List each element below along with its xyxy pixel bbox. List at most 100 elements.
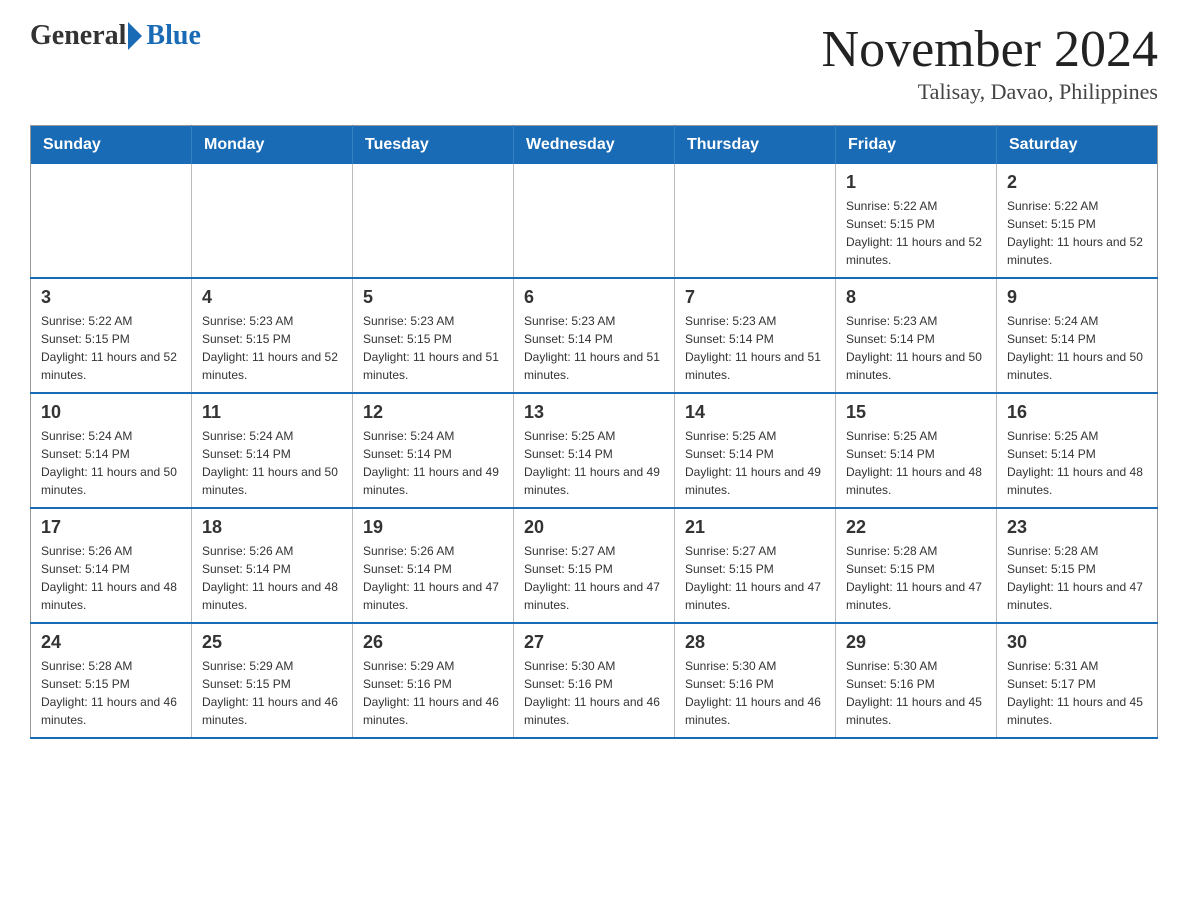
header-day-monday: Monday — [192, 126, 353, 165]
title-section: November 2024 Talisay, Davao, Philippine… — [822, 20, 1158, 105]
day-info: Sunrise: 5:23 AMSunset: 5:14 PMDaylight:… — [524, 312, 664, 384]
calendar-cell: 4Sunrise: 5:23 AMSunset: 5:15 PMDaylight… — [192, 278, 353, 393]
logo: General Blue — [30, 20, 201, 52]
calendar-cell: 2 Sunrise: 5:22 AMSunset: 5:15 PMDaylight… — [997, 164, 1158, 278]
week-row-1: 1 Sunrise: 5:22 AMSunset: 5:15 PMDaylight… — [31, 164, 1158, 278]
calendar-cell: 5 Sunrise: 5:23 AMSunset: 5:15 PMDaylight… — [353, 278, 514, 393]
day-info: Sunrise: 5:26 AMSunset: 5:14 PMDaylight:… — [363, 542, 503, 614]
day-info: Sunrise: 5:25 AMSunset: 5:14 PMDaylight:… — [685, 427, 825, 499]
header: General Blue November 2024 Talisay, Dava… — [30, 20, 1158, 105]
day-number: 23 — [1007, 517, 1147, 538]
day-info: Sunrise: 5:24 AMSunset: 5:14 PMDaylight:… — [1007, 312, 1147, 384]
day-info: Sunrise: 5:28 AMSunset: 5:15 PMDaylight:… — [1007, 542, 1147, 614]
calendar-cell — [31, 164, 192, 278]
header-row: SundayMondayTuesdayWednesdayThursdayFrid… — [31, 126, 1158, 165]
day-info: Sunrise: 5:23 AMSunset: 5:15 PMDaylight:… — [202, 312, 342, 384]
calendar-cell — [353, 164, 514, 278]
day-info: Sunrise: 5:30 AMSunset: 5:16 PMDaylight:… — [524, 657, 664, 729]
day-number: 26 — [363, 632, 503, 653]
calendar-cell: 21Sunrise: 5:27 AMSunset: 5:15 PMDayligh… — [675, 508, 836, 623]
day-info: Sunrise: 5:29 AMSunset: 5:15 PMDaylight:… — [202, 657, 342, 729]
calendar-cell: 15 Sunrise: 5:25 AMSunset: 5:14 PMDayligh… — [836, 393, 997, 508]
day-info: Sunrise: 5:28 AMSunset: 5:15 PMDaylight:… — [41, 657, 181, 729]
calendar-cell: 27 Sunrise: 5:30 AMSunset: 5:16 PMDayligh… — [514, 623, 675, 738]
day-number: 24 — [41, 632, 181, 653]
calendar-cell: 28Sunrise: 5:30 AMSunset: 5:16 PMDayligh… — [675, 623, 836, 738]
header-day-tuesday: Tuesday — [353, 126, 514, 165]
calendar-cell: 6Sunrise: 5:23 AMSunset: 5:14 PMDaylight… — [514, 278, 675, 393]
month-year-title: November 2024 — [822, 20, 1158, 79]
day-number: 18 — [202, 517, 342, 538]
day-info: Sunrise: 5:25 AMSunset: 5:14 PMDaylight:… — [1007, 427, 1147, 499]
calendar-cell: 16 Sunrise: 5:25 AMSunset: 5:14 PMDayligh… — [997, 393, 1158, 508]
day-number: 5 — [363, 287, 503, 308]
calendar-cell: 23 Sunrise: 5:28 AMSunset: 5:15 PMDayligh… — [997, 508, 1158, 623]
header-day-thursday: Thursday — [675, 126, 836, 165]
day-number: 2 — [1007, 172, 1147, 193]
day-info: Sunrise: 5:23 AMSunset: 5:15 PMDaylight:… — [363, 312, 503, 384]
day-info: Sunrise: 5:22 AMSunset: 5:15 PMDaylight:… — [846, 197, 986, 269]
day-number: 27 — [524, 632, 664, 653]
day-number: 25 — [202, 632, 342, 653]
calendar-cell: 10Sunrise: 5:24 AMSunset: 5:14 PMDayligh… — [31, 393, 192, 508]
calendar-cell: 29 Sunrise: 5:30 AMSunset: 5:16 PMDayligh… — [836, 623, 997, 738]
day-number: 10 — [41, 402, 181, 423]
calendar-cell: 20 Sunrise: 5:27 AMSunset: 5:15 PMDayligh… — [514, 508, 675, 623]
calendar-cell: 19 Sunrise: 5:26 AMSunset: 5:14 PMDayligh… — [353, 508, 514, 623]
day-info: Sunrise: 5:27 AMSunset: 5:15 PMDaylight:… — [524, 542, 664, 614]
day-number: 3 — [41, 287, 181, 308]
calendar-cell — [675, 164, 836, 278]
day-number: 15 — [846, 402, 986, 423]
day-info: Sunrise: 5:24 AMSunset: 5:14 PMDaylight:… — [363, 427, 503, 499]
calendar-cell: 30Sunrise: 5:31 AMSunset: 5:17 PMDayligh… — [997, 623, 1158, 738]
day-number: 8 — [846, 287, 986, 308]
calendar-cell: 17Sunrise: 5:26 AMSunset: 5:14 PMDayligh… — [31, 508, 192, 623]
day-info: Sunrise: 5:25 AMSunset: 5:14 PMDaylight:… — [524, 427, 664, 499]
day-number: 22 — [846, 517, 986, 538]
day-info: Sunrise: 5:26 AMSunset: 5:14 PMDaylight:… — [41, 542, 181, 614]
calendar-header: SundayMondayTuesdayWednesdayThursdayFrid… — [31, 126, 1158, 165]
week-row-3: 10 Sunrise: 5:24 AMSunset: 5:14 PMDayligh… — [31, 393, 1158, 508]
calendar-cell: 8Sunrise: 5:23 AMSunset: 5:14 PMDaylight… — [836, 278, 997, 393]
day-number: 20 — [524, 517, 664, 538]
location-title: Talisay, Davao, Philippines — [822, 79, 1158, 105]
header-day-friday: Friday — [836, 126, 997, 165]
day-number: 21 — [685, 517, 825, 538]
week-row-4: 17Sunrise: 5:26 AMSunset: 5:14 PMDayligh… — [31, 508, 1158, 623]
week-row-2: 3 Sunrise: 5:22 AMSunset: 5:15 PMDaylight… — [31, 278, 1158, 393]
day-number: 9 — [1007, 287, 1147, 308]
calendar-body: 1 Sunrise: 5:22 AMSunset: 5:15 PMDaylight… — [31, 164, 1158, 738]
calendar-cell: 26 Sunrise: 5:29 AMSunset: 5:16 PMDayligh… — [353, 623, 514, 738]
day-number: 12 — [363, 402, 503, 423]
calendar-cell: 12 Sunrise: 5:24 AMSunset: 5:14 PMDayligh… — [353, 393, 514, 508]
day-number: 11 — [202, 402, 342, 423]
calendar-cell: 24 Sunrise: 5:28 AMSunset: 5:15 PMDayligh… — [31, 623, 192, 738]
day-info: Sunrise: 5:25 AMSunset: 5:14 PMDaylight:… — [846, 427, 986, 499]
calendar-cell: 9 Sunrise: 5:24 AMSunset: 5:14 PMDaylight… — [997, 278, 1158, 393]
day-info: Sunrise: 5:29 AMSunset: 5:16 PMDaylight:… — [363, 657, 503, 729]
day-info: Sunrise: 5:24 AMSunset: 5:14 PMDaylight:… — [202, 427, 342, 499]
logo-triangle-icon — [128, 22, 142, 50]
header-day-saturday: Saturday — [997, 126, 1158, 165]
day-number: 1 — [846, 172, 986, 193]
day-info: Sunrise: 5:30 AMSunset: 5:16 PMDaylight:… — [846, 657, 986, 729]
day-number: 19 — [363, 517, 503, 538]
calendar-cell: 25 Sunrise: 5:29 AMSunset: 5:15 PMDayligh… — [192, 623, 353, 738]
day-number: 29 — [846, 632, 986, 653]
calendar-cell: 22Sunrise: 5:28 AMSunset: 5:15 PMDayligh… — [836, 508, 997, 623]
day-number: 13 — [524, 402, 664, 423]
day-info: Sunrise: 5:22 AMSunset: 5:15 PMDaylight:… — [41, 312, 181, 384]
calendar-cell: 18 Sunrise: 5:26 AMSunset: 5:14 PMDayligh… — [192, 508, 353, 623]
calendar-cell: 7Sunrise: 5:23 AMSunset: 5:14 PMDaylight… — [675, 278, 836, 393]
calendar-cell — [192, 164, 353, 278]
header-day-sunday: Sunday — [31, 126, 192, 165]
calendar-cell: 1 Sunrise: 5:22 AMSunset: 5:15 PMDaylight… — [836, 164, 997, 278]
calendar-cell: 14Sunrise: 5:25 AMSunset: 5:14 PMDayligh… — [675, 393, 836, 508]
day-info: Sunrise: 5:30 AMSunset: 5:16 PMDaylight:… — [685, 657, 825, 729]
day-info: Sunrise: 5:22 AMSunset: 5:15 PMDaylight:… — [1007, 197, 1147, 269]
calendar-cell: 13 Sunrise: 5:25 AMSunset: 5:14 PMDayligh… — [514, 393, 675, 508]
day-number: 16 — [1007, 402, 1147, 423]
day-info: Sunrise: 5:31 AMSunset: 5:17 PMDaylight:… — [1007, 657, 1147, 729]
calendar-cell — [514, 164, 675, 278]
day-info: Sunrise: 5:26 AMSunset: 5:14 PMDaylight:… — [202, 542, 342, 614]
